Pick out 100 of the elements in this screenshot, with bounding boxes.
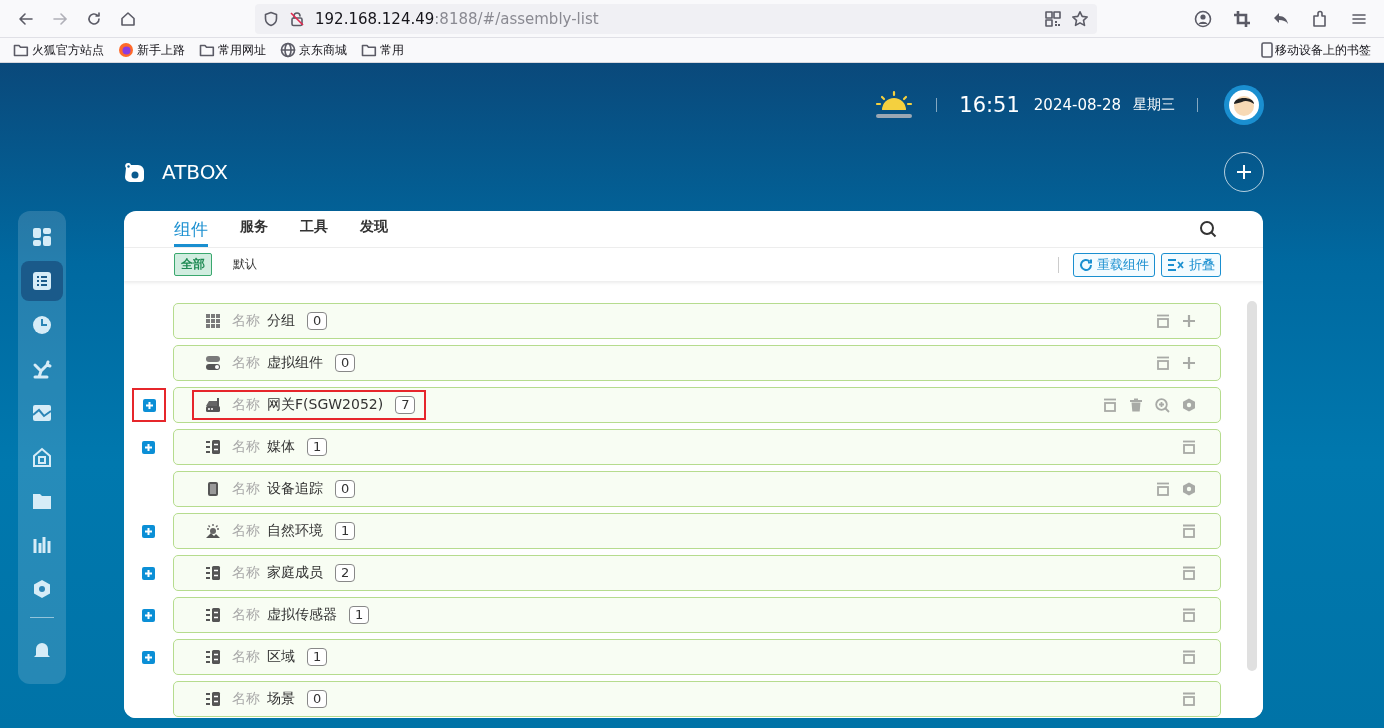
sidebar-hexagon-icon[interactable] [32,579,52,599]
reload-icon[interactable] [86,10,102,27]
atbox-logo-icon [122,160,146,184]
name-label: 名称 [232,480,260,498]
toolbar-button[interactable]: 重载组件 [1073,252,1155,277]
zoom-in-icon[interactable] [1155,397,1170,413]
archive-icon[interactable] [1156,482,1170,496]
archive-icon[interactable] [1182,566,1196,580]
list-icon [205,691,221,707]
tab[interactable]: 服务 [240,218,268,247]
plus-icon [144,610,153,620]
toolbar-button[interactable]: 折叠 [1161,252,1221,277]
bookmark[interactable]: 常用网址 [199,41,266,59]
component-row[interactable]: 名称 媒体 1 [173,429,1221,465]
component-name: 网关F(SGW2052) [267,396,384,414]
bookmark[interactable]: 常用 [361,41,404,59]
component-row[interactable]: 名称 分组 0 [173,303,1221,339]
sidebar-bar-chart-icon[interactable] [32,535,52,555]
bookmark[interactable]: 京东商城 [280,41,347,59]
name-label: 名称 [232,396,260,414]
component-row[interactable]: 名称 虚拟组件 0 [173,345,1221,381]
tab[interactable]: 组件 [174,218,208,247]
archive-icon[interactable] [1156,356,1170,370]
count-badge: 1 [307,648,328,666]
filter-chip[interactable]: 默认 [226,253,264,276]
component-row[interactable]: 名称 网关F(SGW2052) 7 [173,387,1221,423]
sidebar-map-icon[interactable] [32,403,52,423]
count-badge: 1 [349,606,370,624]
add-icon[interactable] [1182,314,1196,328]
component-row[interactable]: 名称 区域 1 [173,639,1221,675]
qr-code-icon[interactable] [1045,10,1061,27]
add-icon[interactable] [1182,356,1196,370]
scrollbar[interactable] [1247,301,1257,671]
name-label: 名称 [232,438,260,456]
folder-icon [199,43,215,57]
sidebar-list-icon[interactable] [32,271,52,291]
component-row[interactable]: 名称 家庭成员 2 [173,555,1221,591]
bookmark[interactable]: 火狐官方站点 [13,41,104,59]
trash-icon[interactable] [1129,398,1143,412]
name-label: 名称 [232,564,260,582]
extensions-icon[interactable] [1311,9,1329,28]
component-name: 场景 [267,690,295,708]
back-icon[interactable] [18,10,34,27]
component-row[interactable]: 名称 自然环境 1 [173,513,1221,549]
sidebar-clock-pie-icon[interactable] [32,315,52,335]
expand-button[interactable] [142,440,155,454]
date-text: 2024-08-28 [1033,96,1121,114]
expand-button[interactable] [142,524,155,538]
archive-icon[interactable] [1103,398,1117,412]
forward-icon[interactable] [52,10,68,27]
plus-icon [144,526,153,536]
archive-icon[interactable] [1182,440,1196,454]
search-icon[interactable] [1199,220,1217,238]
account-icon[interactable] [1194,9,1212,28]
count-badge: 0 [307,312,328,330]
filter-chip[interactable]: 全部 [174,253,212,276]
sidebar-dashboard-icon[interactable] [32,227,52,247]
tab[interactable]: 工具 [300,218,328,247]
sidebar-folder-icon[interactable] [32,492,52,510]
phone-icon [207,481,219,497]
hexagon-icon[interactable] [1182,482,1196,496]
expand-button[interactable] [142,398,156,412]
home-icon[interactable] [120,10,136,27]
archive-icon[interactable] [1156,314,1170,328]
sidebar-bell-icon[interactable] [32,640,52,660]
address-bar[interactable]: 192.168.124.49:8188/#/assembly-list [255,3,1097,34]
component-name: 分组 [267,312,295,330]
name-label: 名称 [232,522,260,540]
bookmark[interactable]: 新手上路 [118,41,185,59]
component-row[interactable]: 名称 场景 0 [173,681,1221,717]
sunrise-icon [874,90,915,120]
star-icon[interactable] [1071,9,1089,28]
mobile-bookmarks[interactable]: 移动设备上的书签 [1261,41,1371,59]
list-icon [205,649,221,665]
plus-icon [144,400,154,410]
expand-button[interactable] [142,566,155,580]
globe-icon [280,42,296,58]
component-row[interactable]: 名称 设备追踪 0 [173,471,1221,507]
user-avatar[interactable] [1224,85,1264,125]
tab[interactable]: 发现 [360,218,388,247]
expand-button[interactable] [142,650,155,664]
archive-icon[interactable] [1182,692,1196,706]
component-name: 设备追踪 [267,480,323,498]
hexagon-icon[interactable] [1182,398,1196,412]
expand-button[interactable] [142,608,155,622]
count-badge: 0 [335,480,356,498]
url-text: 192.168.124.49:8188/#/assembly-list [315,9,600,28]
count-badge: 0 [307,690,328,708]
name-label: 名称 [232,354,260,372]
reload-icon [1079,257,1093,272]
sidebar-house-icon[interactable] [32,447,52,467]
archive-icon[interactable] [1182,650,1196,664]
archive-icon[interactable] [1182,524,1196,538]
crop-icon[interactable] [1233,9,1251,28]
list-icon [205,565,221,581]
archive-icon[interactable] [1182,608,1196,622]
component-name: 区域 [267,648,295,666]
insecure-lock-icon [289,10,305,27]
sidebar-robot-arm-icon[interactable] [32,359,52,379]
component-row[interactable]: 名称 虚拟传感器 1 [173,597,1221,633]
